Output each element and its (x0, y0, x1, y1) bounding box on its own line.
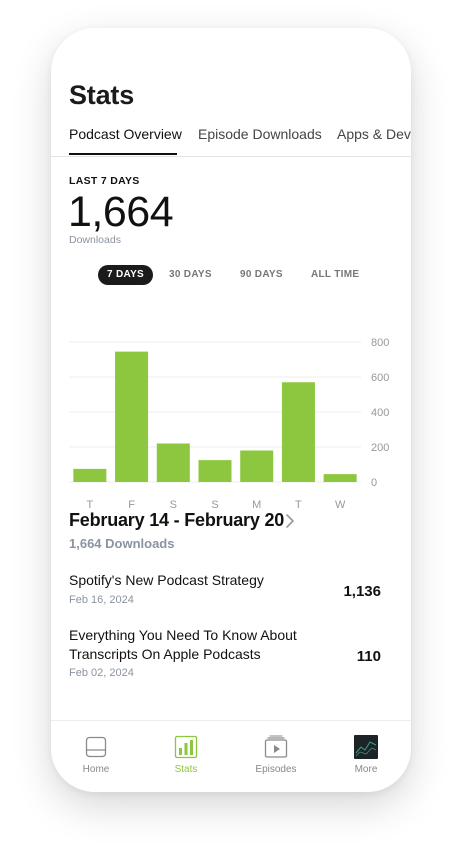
chart-bar[interactable] (115, 351, 149, 482)
downloads-label: Downloads (69, 234, 121, 246)
tab-episode-downloads[interactable]: Episode Downloads (198, 126, 322, 142)
x-tick-label: T (295, 499, 302, 511)
episodes-icon (264, 735, 288, 758)
downloads-chart-svg: 8006004002000T F S S M T W (69, 337, 389, 511)
downloads-chart: 800 600 400 200 0 T F S S M T W (69, 308, 399, 511)
x-tick-label: W (335, 499, 346, 511)
range-all-time-button[interactable]: ALL TIME (302, 265, 368, 285)
range-90-days-button[interactable]: 90 DAYS (231, 265, 292, 285)
nav-home-label: Home (82, 764, 110, 775)
chart-bar[interactable] (240, 450, 274, 483)
chart-bar[interactable] (198, 460, 232, 482)
y-tick-label: 200 (371, 442, 389, 454)
page-title: Stats (69, 80, 135, 110)
y-tick-label: 800 (371, 337, 389, 349)
tab-podcast-overview[interactable]: Podcast Overview (69, 126, 182, 142)
chart-bar[interactable] (156, 443, 190, 483)
nav-more-label: More (354, 764, 378, 775)
nav-stats[interactable]: Stats (141, 721, 231, 792)
phone-screen: Stats Podcast Overview Episode Downloads… (51, 28, 411, 792)
episode-1-title[interactable]: Spotify's New Podcast Strategy (69, 571, 314, 590)
range-30-days-button[interactable]: 30 DAYS (160, 265, 221, 285)
episode-1-downloads: 1,136 (343, 583, 381, 600)
active-tab-indicator (69, 153, 177, 155)
range-detail-downloads: 1,664 Downloads (69, 536, 175, 551)
y-tick-label: 0 (371, 477, 377, 489)
bottom-tab-bar: Home Stats Episodes More (51, 720, 411, 792)
nav-episodes-label: Episodes (255, 764, 297, 775)
episode-2-downloads: 110 (356, 648, 381, 665)
nav-home[interactable]: Home (51, 721, 141, 792)
chart-bar[interactable] (281, 382, 315, 482)
period-label: LAST 7 DAYS (69, 175, 140, 187)
episode-1-date: Feb 16, 2024 (69, 594, 134, 606)
more-icon (354, 735, 378, 759)
y-tick-label: 400 (371, 407, 389, 419)
tab-apps-devices[interactable]: Apps & Devi (337, 126, 411, 142)
stats-icon (174, 735, 198, 759)
range-7-days-button[interactable]: 7 DAYS (98, 265, 154, 285)
tab-bar: Podcast Overview Episode Downloads Apps … (51, 120, 411, 157)
nav-episodes[interactable]: Episodes (231, 721, 321, 792)
range-detail-title[interactable]: February 14 - February 20 (69, 510, 284, 531)
chevron-right-icon[interactable] (282, 512, 298, 530)
y-tick-label: 600 (371, 372, 389, 384)
total-downloads: 1,664 (68, 188, 174, 236)
episode-2-date: Feb 02, 2024 (69, 667, 134, 679)
chart-bar[interactable] (323, 474, 357, 482)
nav-more[interactable]: More (321, 721, 411, 792)
home-icon (85, 736, 107, 758)
nav-stats-label: Stats (174, 764, 198, 775)
episode-2-title[interactable]: Everything You Need To Know About Transc… (69, 626, 314, 664)
chart-bar[interactable] (73, 468, 107, 482)
